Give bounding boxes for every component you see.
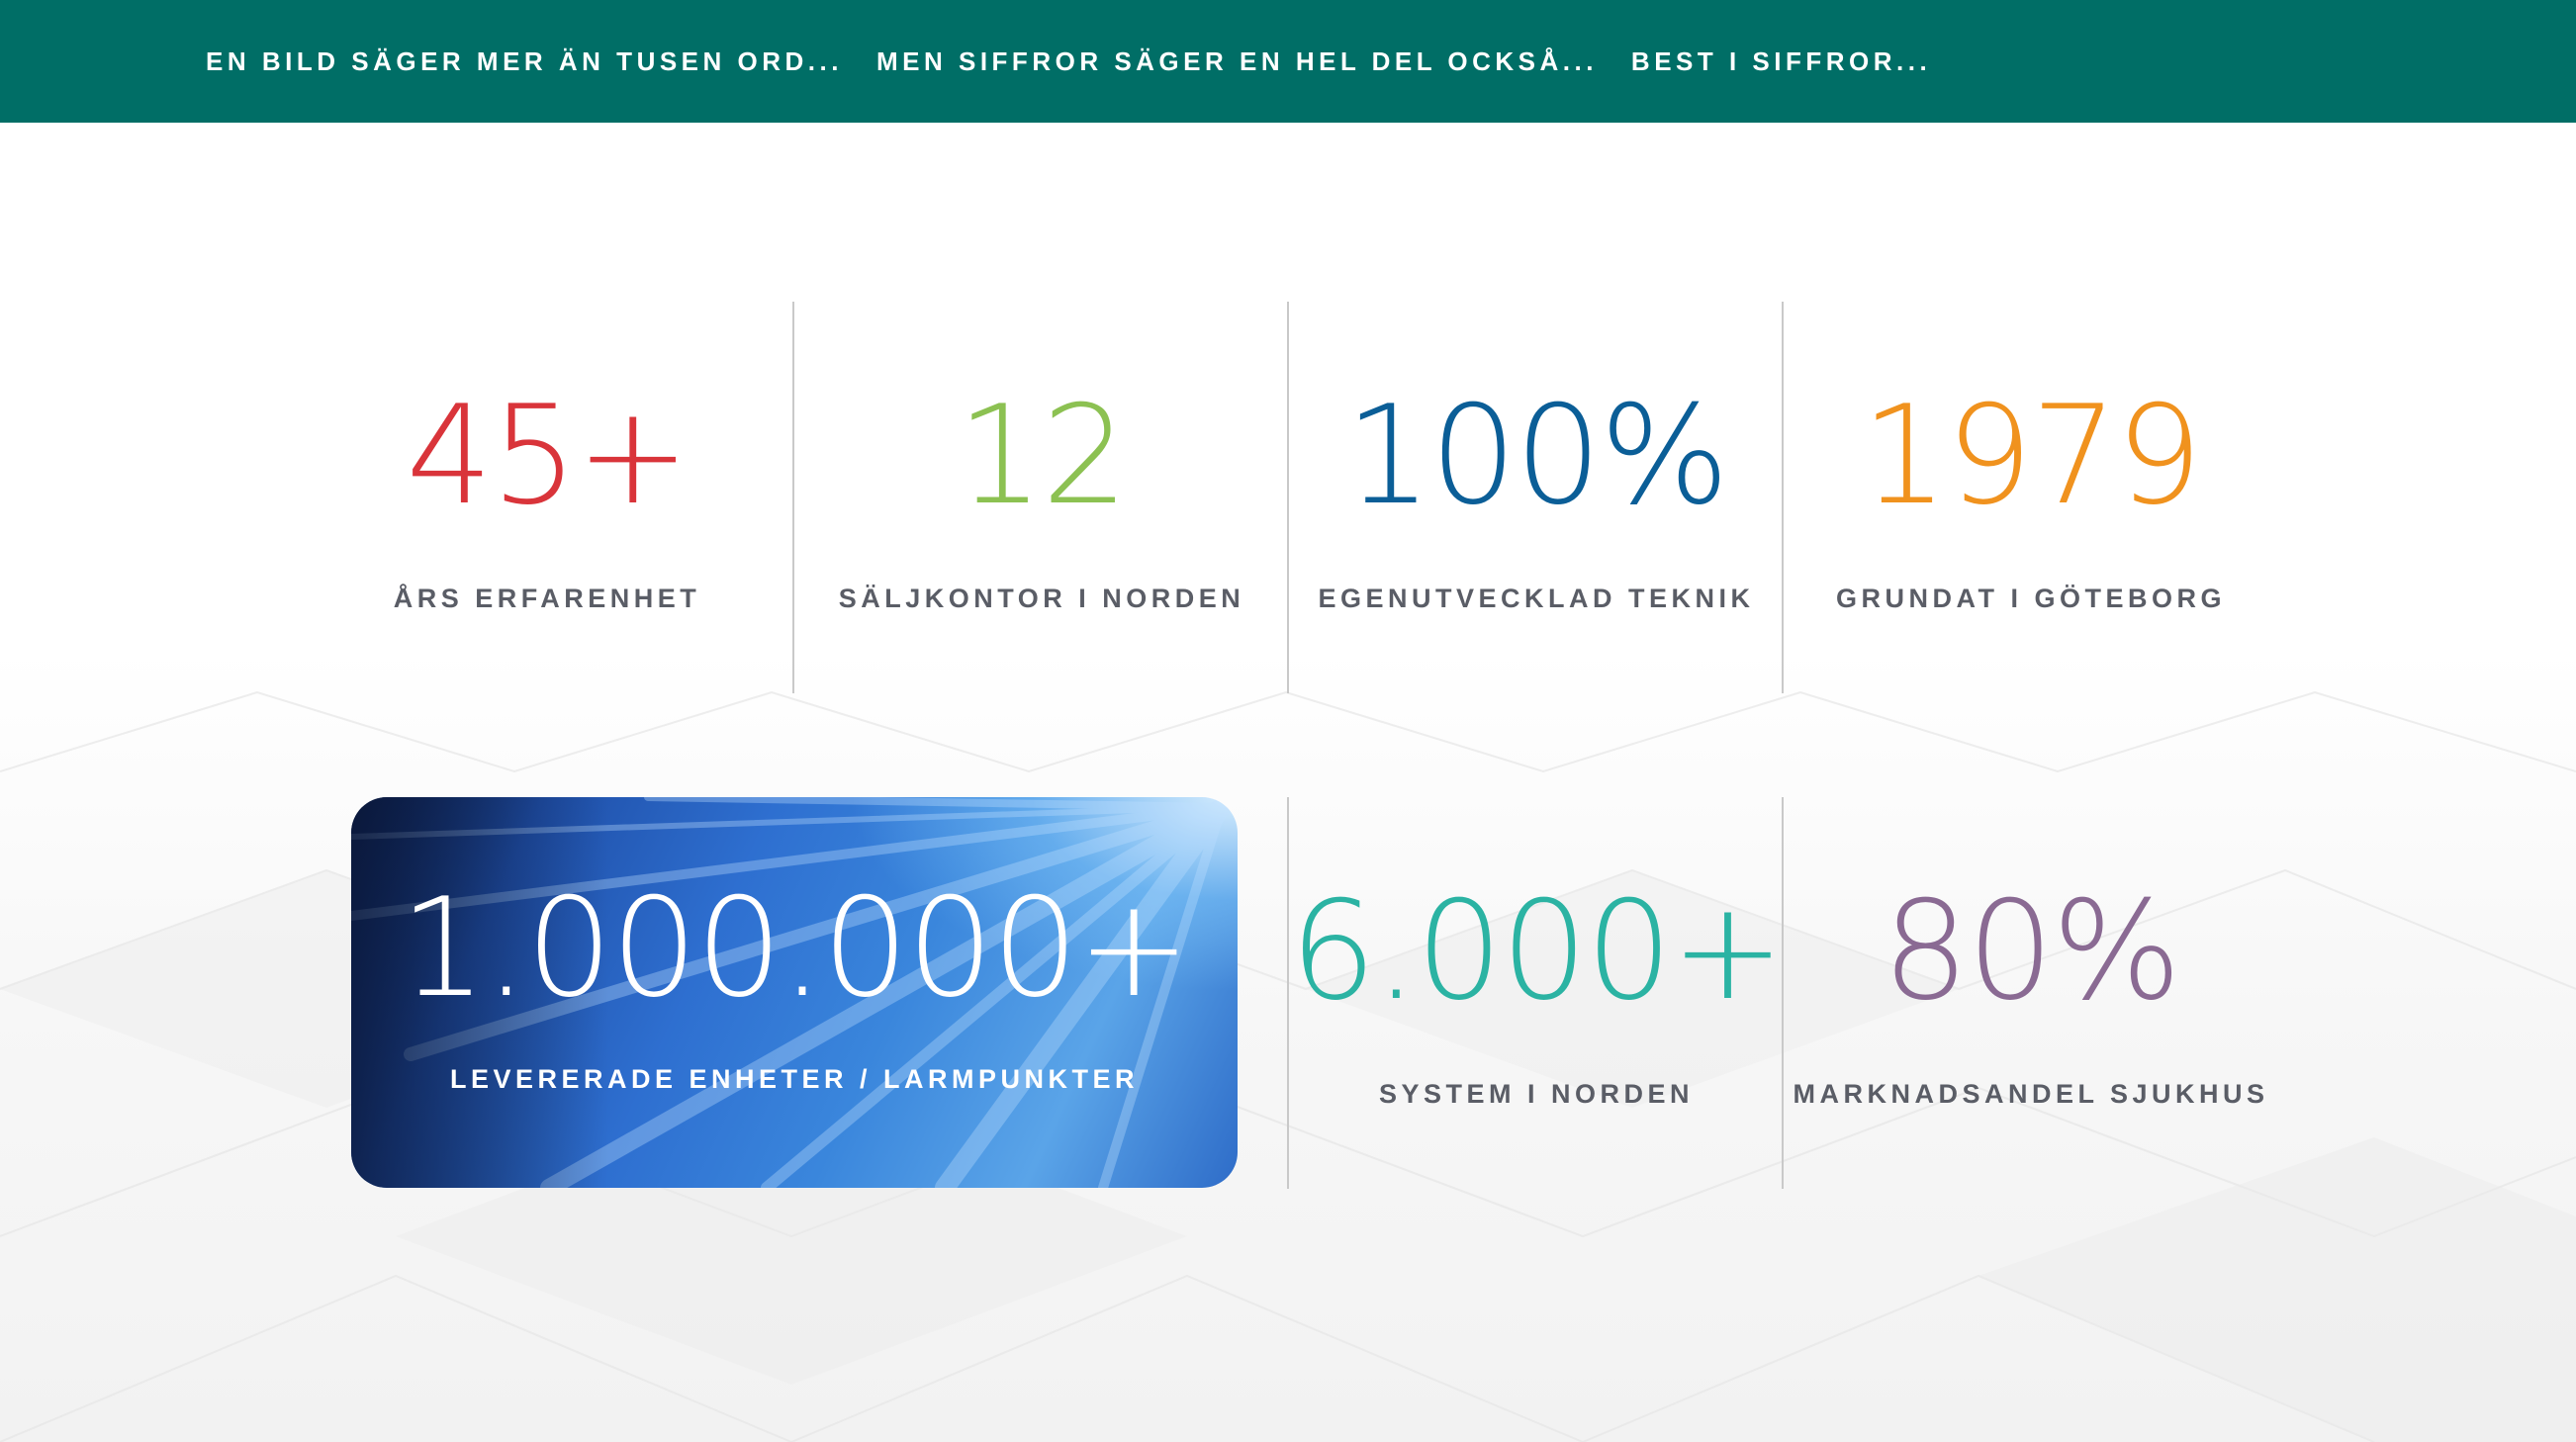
stat-label: SÄLJKONTOR I NORDEN (838, 584, 1245, 613)
stat-value: 1979 (1861, 376, 2202, 535)
stat-value: 6.000+ (1289, 871, 1786, 1031)
stat-label: SYSTEM I NORDEN (1378, 1079, 1695, 1109)
top-navigation-bar: EN BILD SÄGER MER ÄN TUSEN ORD... MEN SI… (0, 0, 2576, 123)
stat-label: EGENUTVECKLAD TEKNIK (1318, 584, 1755, 613)
stat-label: ÅRS ERFARENHET (393, 584, 701, 613)
nav-item-picture[interactable]: EN BILD SÄGER MER ÄN TUSEN ORD... (206, 46, 843, 77)
stat-value: 100% (1344, 376, 1730, 535)
stat-systems-nordic: 6.000+ SYSTEM I NORDEN (1289, 871, 1786, 1110)
background-diamond-pattern (0, 690, 2576, 1442)
nav-item-best-in-numbers[interactable]: BEST I SIFFROR... (1631, 46, 1931, 77)
stat-label: GRUNDAT I GÖTEBORG (1836, 584, 2226, 613)
feature-card-delivered-units: 1.000.000+ LEVERERADE ENHETER / LARMPUNK… (351, 797, 1238, 1188)
stat-sales-offices: 12 SÄLJKONTOR I NORDEN (794, 388, 1289, 614)
stat-label: MARKNADSANDEL SJUKHUS (1793, 1079, 2269, 1109)
stat-value: 12 (957, 376, 1129, 535)
stat-in-house-technology: 100% EGENUTVECKLAD TEKNIK (1289, 388, 1784, 614)
stat-years-experience: 45+ ÅRS ERFARENHET (300, 388, 794, 614)
feature-label: LEVERERADE ENHETER / LARMPUNKTER (449, 1064, 1140, 1094)
stat-hospital-market-share: 80% MARKNADSANDEL SJUKHUS (1784, 883, 2278, 1110)
nav-item-numbers[interactable]: MEN SIFFROR SÄGER EN HEL DEL OCKSÅ... (876, 46, 1598, 77)
page: EN BILD SÄGER MER ÄN TUSEN ORD... MEN SI… (0, 0, 2576, 1442)
stat-value: 45+ (406, 376, 690, 535)
stat-value: 80% (1882, 871, 2182, 1031)
stat-founded: 1979 GRUNDAT I GÖTEBORG (1784, 388, 2278, 614)
feature-value: 1.000.000+ (400, 868, 1191, 1028)
